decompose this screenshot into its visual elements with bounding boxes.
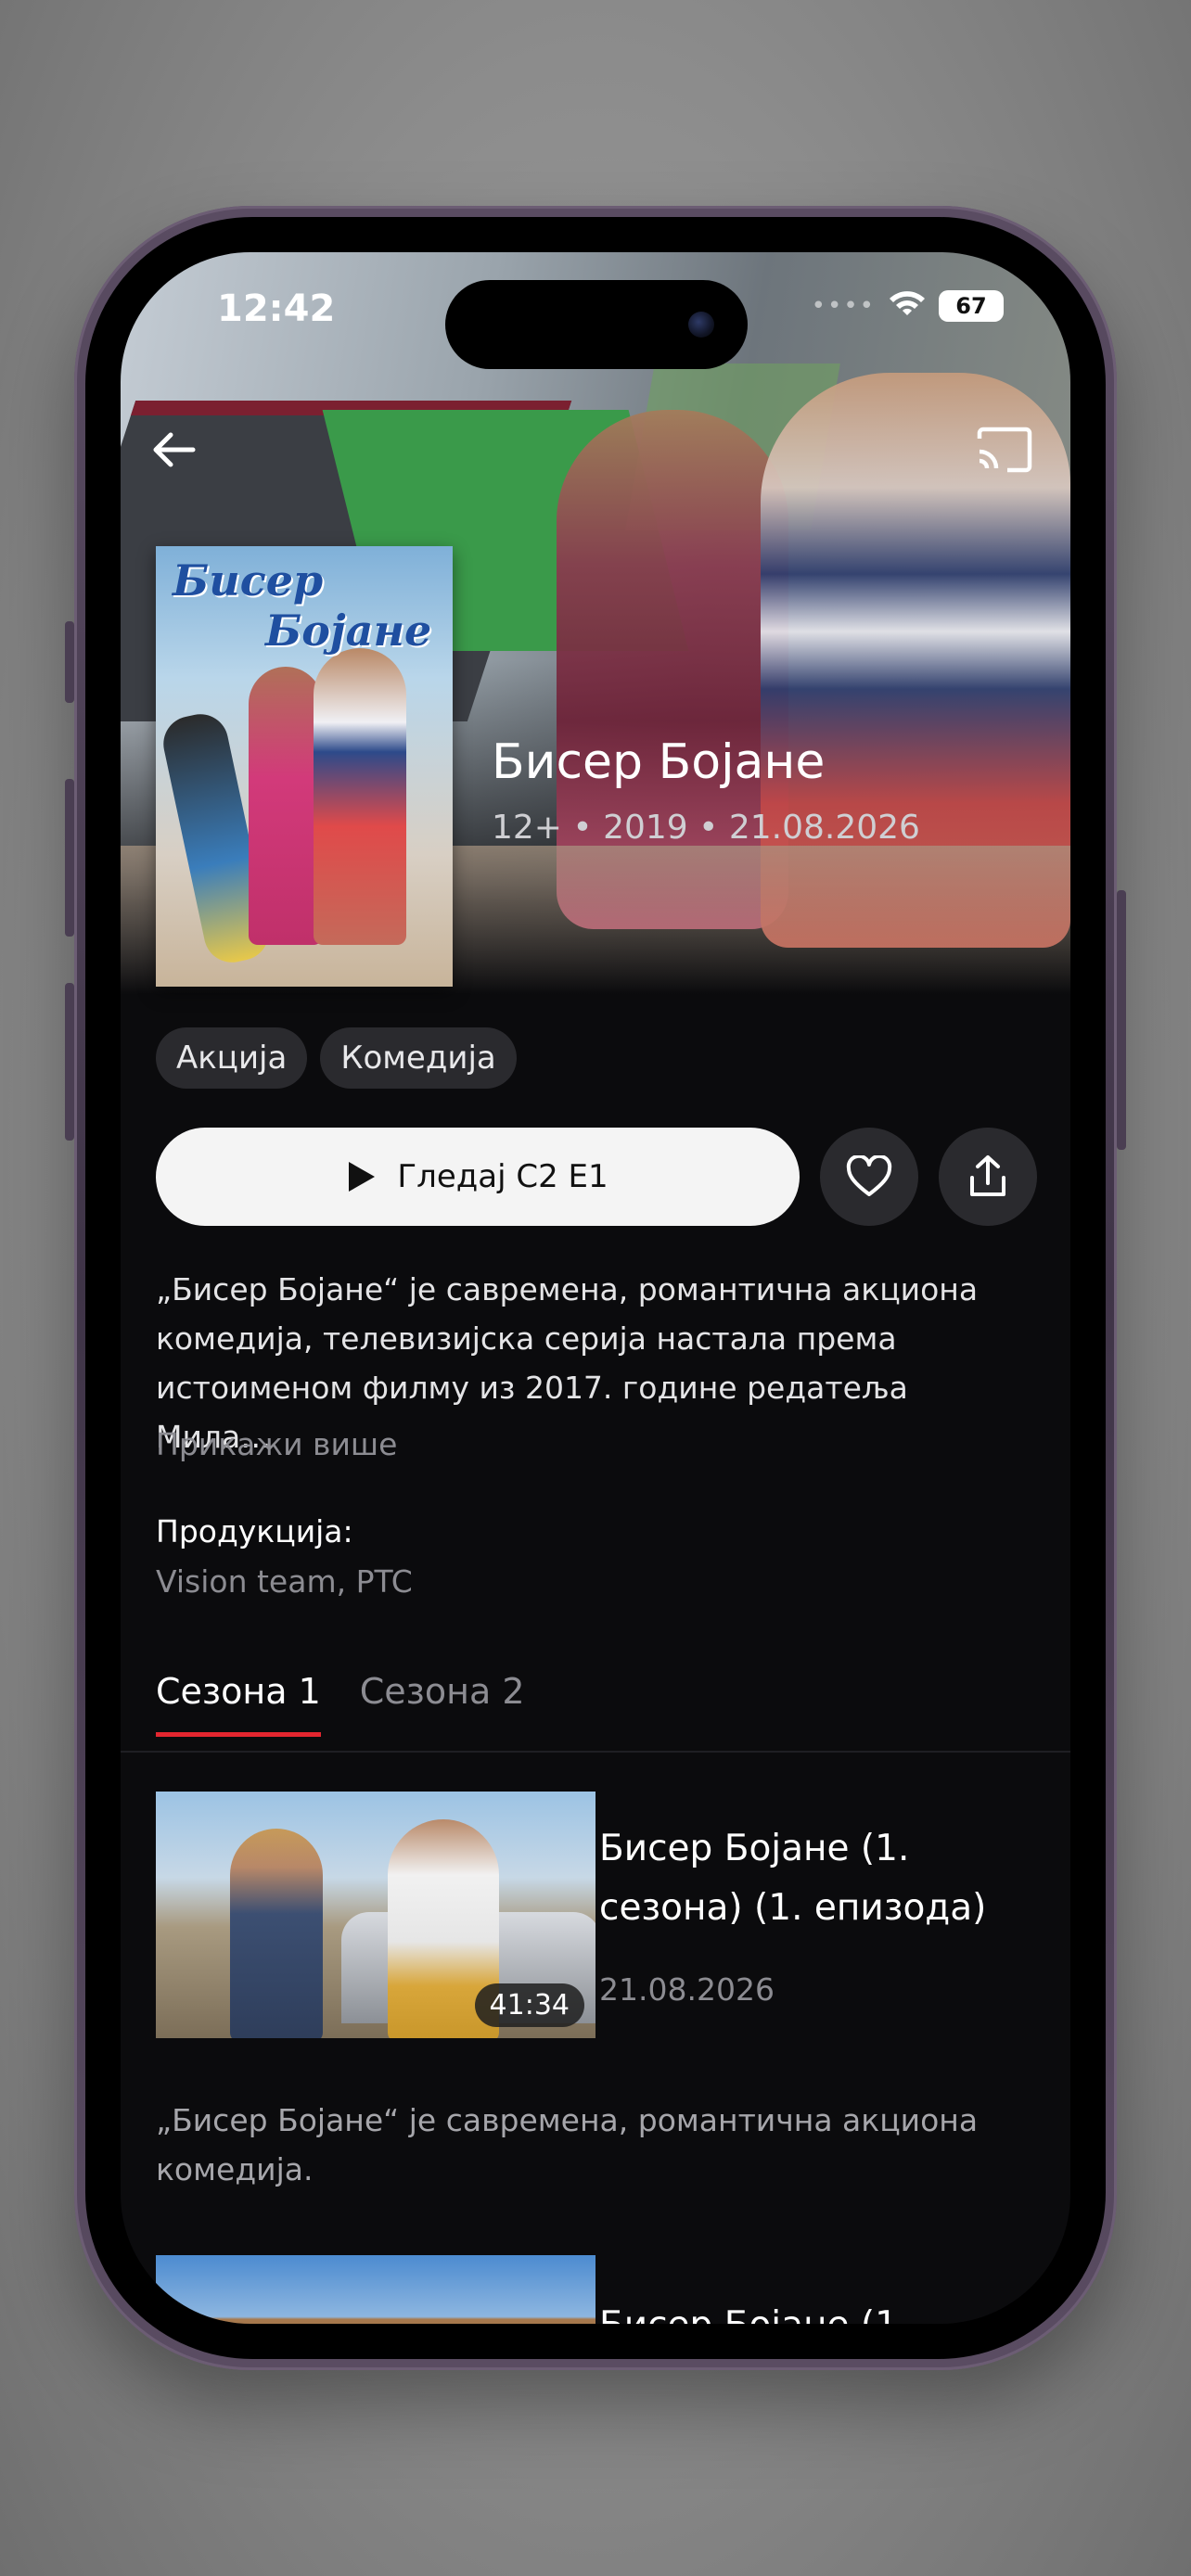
show-title: Бисер Бојане bbox=[492, 734, 826, 790]
back-button[interactable] bbox=[141, 417, 206, 482]
episode-date: 21.08.2026 bbox=[599, 1971, 775, 2008]
signal-dots: •••• bbox=[811, 292, 876, 320]
show-meta: 12+ • 2019 • 21.08.2026 bbox=[492, 809, 920, 847]
tab-season-1[interactable]: Сезона 1 bbox=[156, 1671, 321, 1737]
episode-item[interactable]: 41:34 Бисер Бојане (1. сезона) (1. епизо… bbox=[156, 1792, 1035, 2042]
dynamic-island bbox=[445, 280, 748, 369]
share-icon bbox=[970, 1155, 1005, 1196]
production-label: Продукција: bbox=[156, 1513, 353, 1549]
play-icon bbox=[349, 1162, 376, 1192]
mute-switch bbox=[65, 621, 74, 703]
cast-icon bbox=[977, 427, 1032, 473]
genre-tag[interactable]: Акција bbox=[156, 1027, 308, 1089]
episode-duration: 41:34 bbox=[474, 1983, 584, 2027]
wifi-icon bbox=[889, 289, 926, 323]
episode-description: „Бисер Бојане“ је савремена, романтична … bbox=[156, 2102, 979, 2187]
genre-tags: Акција Комедија bbox=[156, 1027, 517, 1089]
episode-title: Бисер Бојане (1. bbox=[599, 2296, 1017, 2324]
play-button[interactable]: Гледај С2 Е1 bbox=[156, 1128, 800, 1226]
show-more-link[interactable]: Прикажи више bbox=[156, 1426, 397, 1462]
volume-up-button bbox=[65, 779, 74, 937]
tabs-divider bbox=[121, 1751, 1070, 1753]
status-time: 12:42 bbox=[217, 287, 336, 330]
episode-thumbnail[interactable] bbox=[156, 2255, 596, 2324]
action-row: Гледај С2 Е1 bbox=[156, 1128, 1037, 1226]
poster-logo: Бисер Бојане bbox=[173, 555, 432, 656]
episode-item[interactable]: Бисер Бојане (1. bbox=[156, 2255, 1035, 2324]
show-poster: Бисер Бојане bbox=[156, 546, 453, 987]
arrow-left-icon bbox=[153, 432, 196, 467]
volume-down-button bbox=[65, 983, 74, 1141]
play-button-label: Гледај С2 Е1 bbox=[397, 1158, 608, 1195]
power-button bbox=[1117, 890, 1126, 1150]
heart-icon bbox=[846, 1155, 892, 1196]
season-tabs: Сезона 1 Сезона 2 bbox=[156, 1671, 525, 1737]
app-screen: 12:42 •••• 67 Бисер Бојане Бисер Бојане … bbox=[121, 252, 1070, 2324]
share-button[interactable] bbox=[939, 1128, 1037, 1226]
favorite-button[interactable] bbox=[820, 1128, 918, 1226]
status-icons: •••• 67 bbox=[812, 289, 1004, 323]
episode-thumbnail[interactable]: 41:34 bbox=[156, 1792, 596, 2038]
cast-button[interactable] bbox=[972, 417, 1037, 482]
episode-title: Бисер Бојане (1. сезона) (1. епизода) bbox=[599, 1828, 987, 1929]
genre-tag[interactable]: Комедија bbox=[320, 1027, 517, 1089]
production-value: Vision team, PTC bbox=[156, 1563, 413, 1600]
battery-indicator: 67 bbox=[939, 290, 1004, 322]
tab-season-2[interactable]: Сезона 2 bbox=[360, 1671, 525, 1737]
